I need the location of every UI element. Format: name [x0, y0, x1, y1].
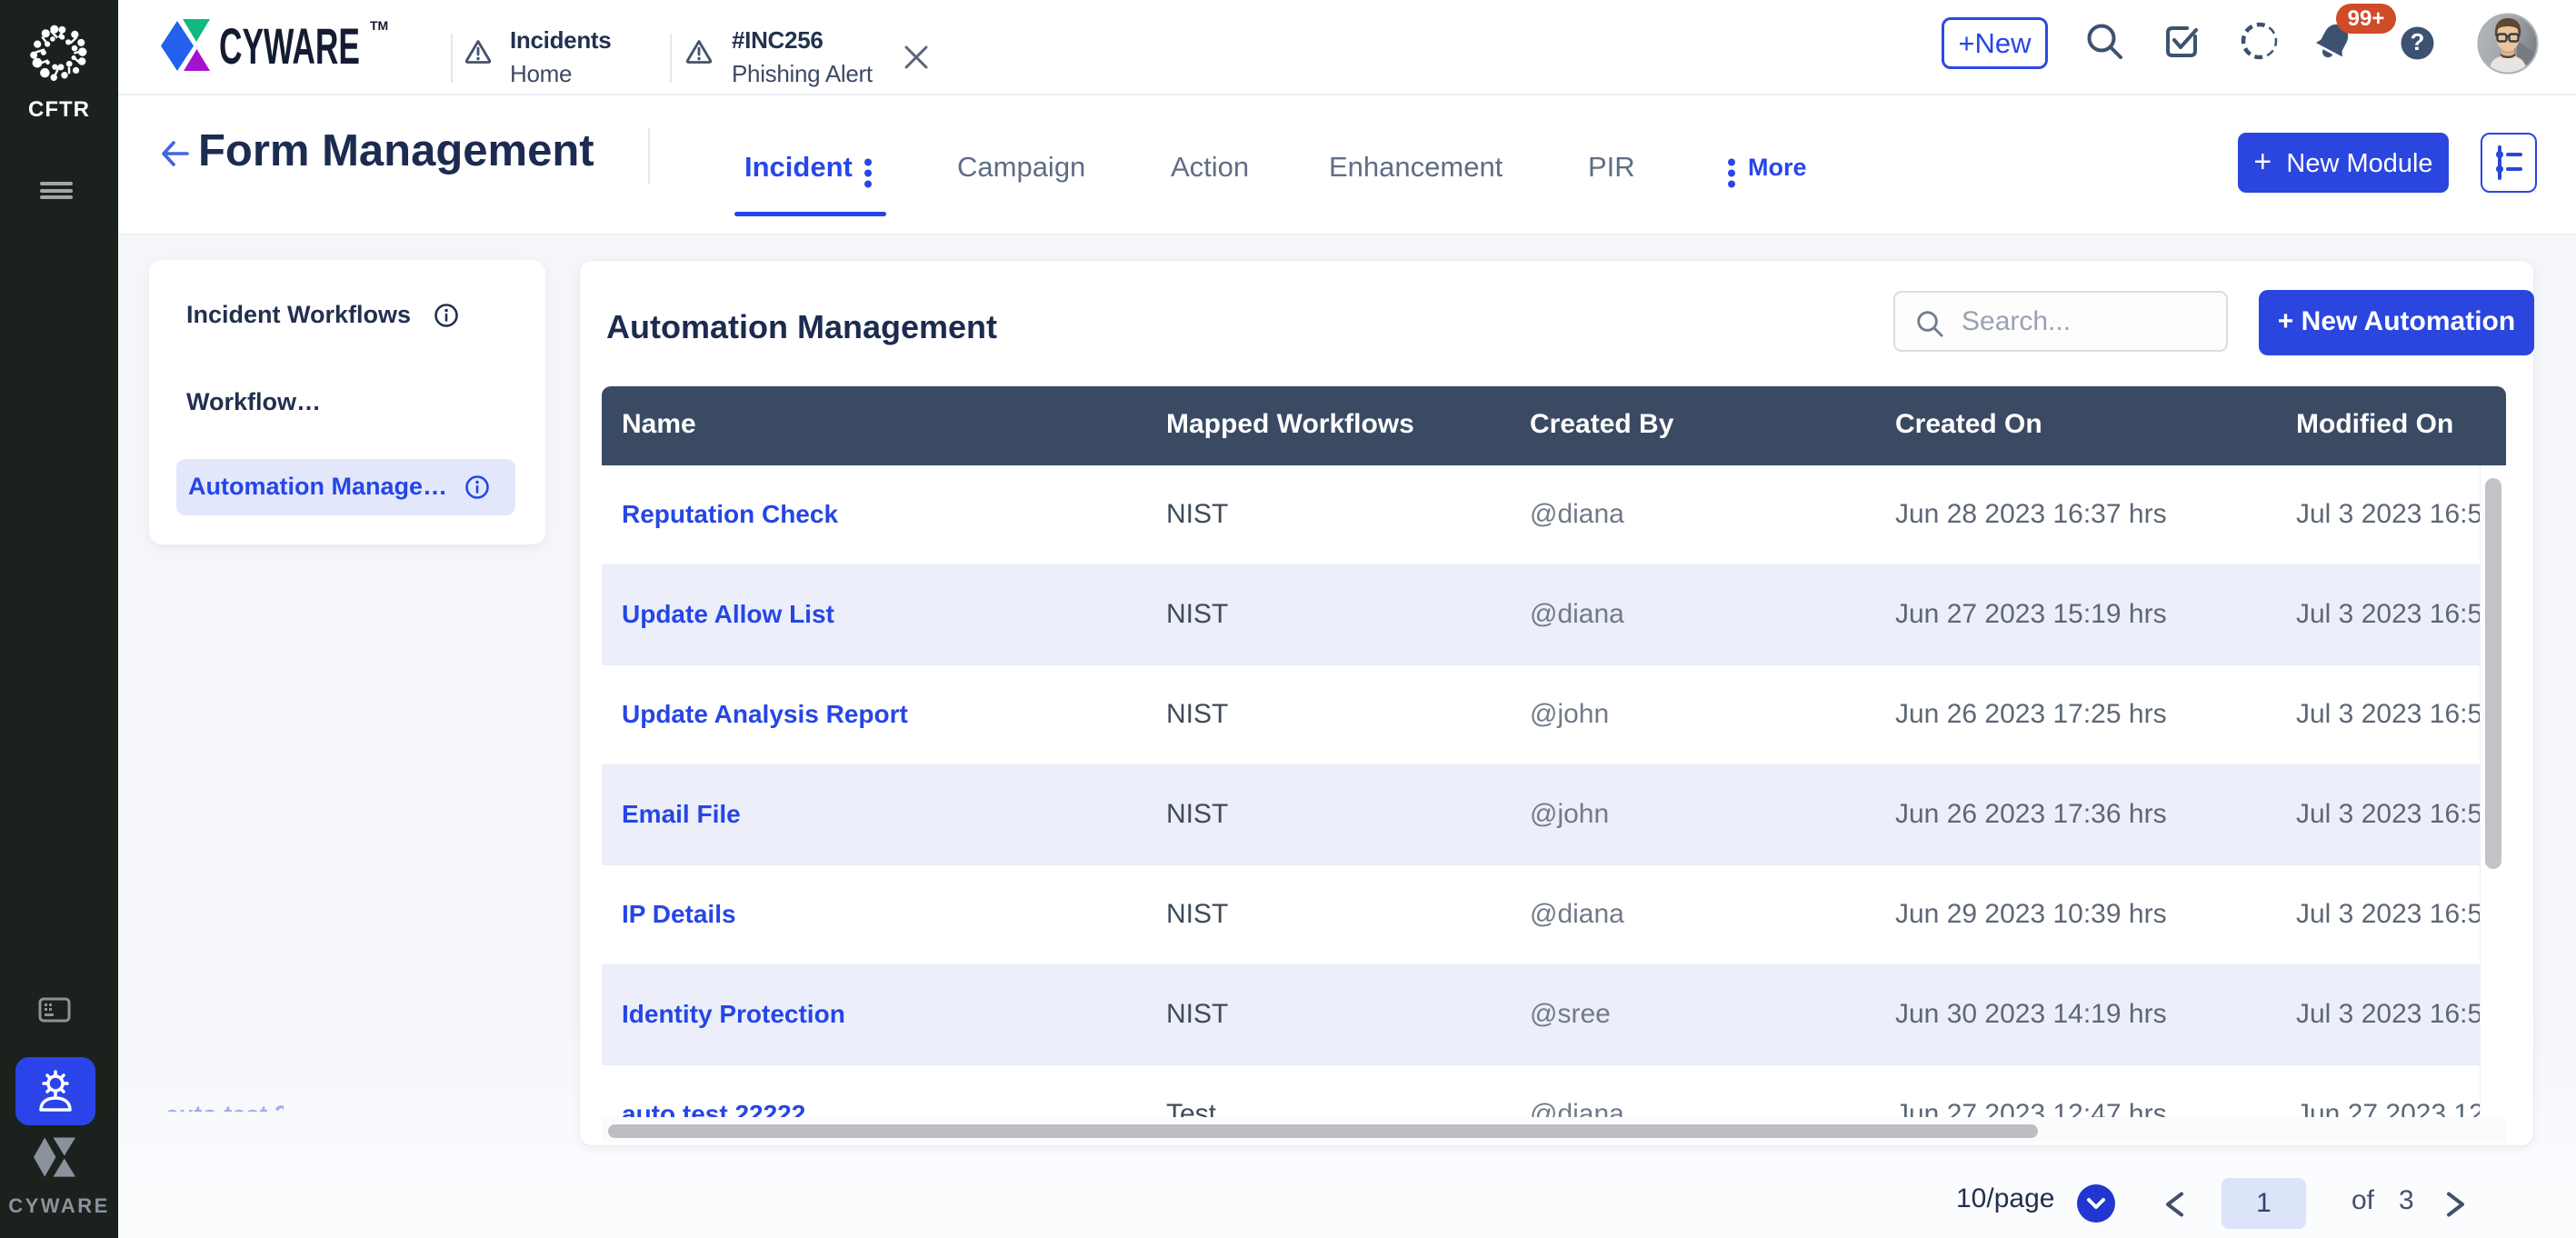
- svg-text:?: ?: [2411, 28, 2425, 55]
